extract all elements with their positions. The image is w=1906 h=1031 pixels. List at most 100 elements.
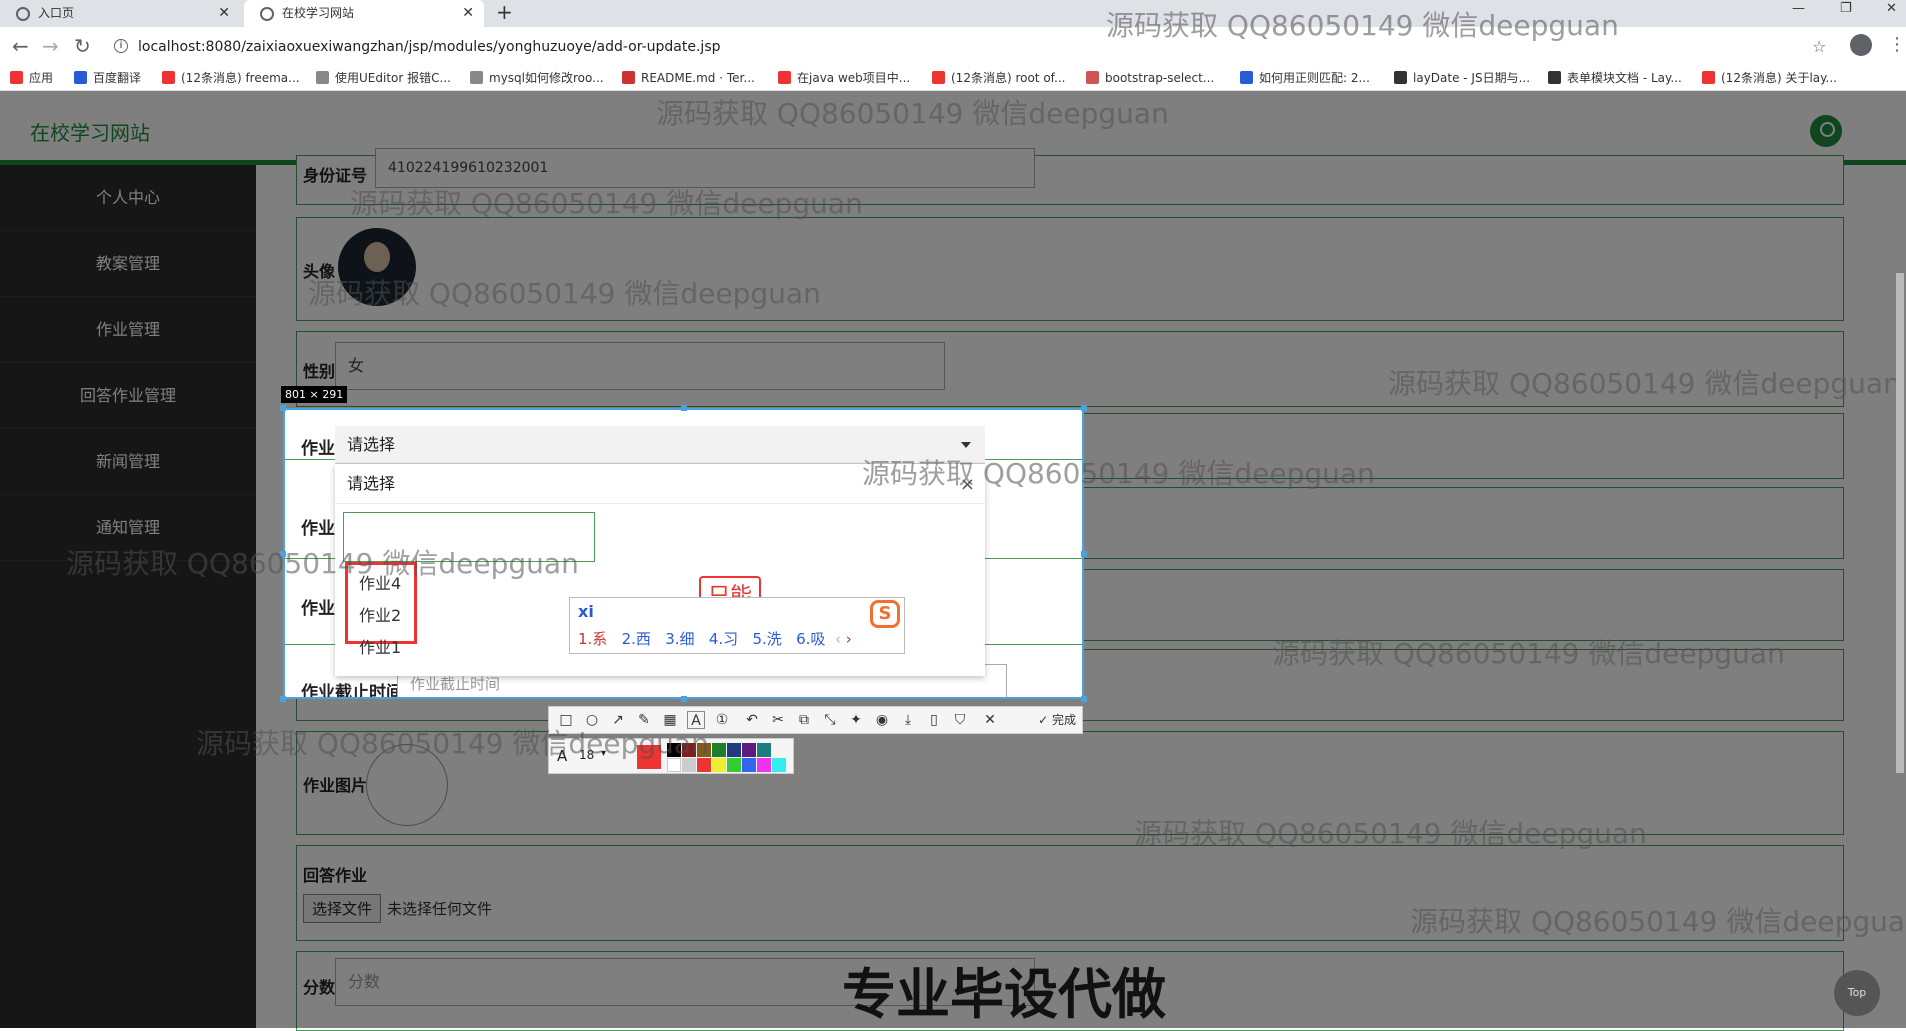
resize-handle[interactable]: [280, 696, 286, 702]
star-icon[interactable]: ☆: [1812, 37, 1826, 56]
csdn-icon: [162, 71, 175, 84]
resize-handle[interactable]: [681, 405, 687, 411]
done-button[interactable]: ✓ 完成: [1038, 711, 1076, 728]
ime-candidate[interactable]: 2.西: [622, 630, 651, 648]
close-icon[interactable]: ✕: [218, 0, 230, 27]
layui-icon: [1394, 71, 1407, 84]
color-swatch[interactable]: [727, 758, 741, 772]
bookmark-item[interactable]: 表单模块文档 - Lay...: [1548, 70, 1682, 86]
restore-icon[interactable]: ❐: [1840, 0, 1852, 18]
select-value: 请选择: [347, 435, 396, 454]
tab-site[interactable]: 在校学习网站 ✕: [244, 0, 484, 27]
site-icon: [470, 71, 483, 84]
color-swatch[interactable]: [772, 758, 786, 772]
tab-home-title: 入口页: [38, 6, 75, 20]
homework-label-3: 作业: [301, 599, 335, 619]
watermark: 源码获取 QQ86050149 微信deepguan: [66, 547, 579, 580]
resize-handle[interactable]: [1081, 551, 1087, 557]
bookmark-item[interactable]: 如何用正则匹配: 2...: [1240, 70, 1370, 86]
bookmark-label: 表单模块文档 - Lay...: [1567, 71, 1682, 85]
resize-handle[interactable]: [280, 405, 286, 411]
number-tool-icon[interactable]: ①: [713, 711, 731, 729]
close-icon[interactable]: ✕: [462, 0, 474, 27]
apps-grid-icon: [10, 71, 23, 84]
promo-banner: 专业毕设代做: [842, 963, 1166, 1026]
resize-handle[interactable]: [1081, 405, 1087, 411]
ime-prev-icon[interactable]: ‹: [835, 630, 841, 648]
ime-candidate[interactable]: 1.系: [578, 630, 607, 648]
ime-candidate[interactable]: 5.洗: [753, 630, 782, 648]
cancel-icon[interactable]: ✕: [981, 711, 999, 729]
bookmark-label: (12条消息) root of...: [951, 71, 1066, 85]
watermark: 源码获取 QQ86050149 微信deepguan: [1388, 367, 1901, 400]
bookmark-item[interactable]: (12条消息) 关于lay...: [1702, 70, 1837, 86]
color-swatch[interactable]: [757, 743, 771, 757]
watermark: 源码获取 QQ86050149 微信deepguan: [1106, 9, 1619, 42]
ime-candidate[interactable]: 4.习: [709, 630, 738, 648]
address-bar-row: ← → ↻ i localhost:8080/zaixiaoxuexiwangz…: [0, 27, 1906, 65]
bookmark-item[interactable]: README.md · Ter...: [622, 70, 755, 86]
save-icon[interactable]: ▯: [925, 711, 943, 729]
new-tab-button[interactable]: +: [496, 0, 513, 24]
ocr-icon[interactable]: ⧉: [795, 711, 813, 729]
back-to-top-button[interactable]: Top: [1834, 970, 1880, 1016]
color-swatch[interactable]: [727, 743, 741, 757]
pin-icon[interactable]: ✦: [847, 711, 865, 729]
bookmark-item[interactable]: 百度翻译: [74, 70, 141, 86]
bookmark-label: 如何用正则匹配: 2...: [1259, 71, 1370, 85]
ime-candidates: 1.系 2.西 3.细 4.习 5.洗 6.吸 ‹ ›: [578, 628, 852, 649]
deadline-label: 作业截止时间: [301, 683, 403, 699]
ime-candidate[interactable]: 3.细: [665, 630, 694, 648]
watermark: 源码获取 QQ86050149 微信deepguan: [196, 727, 709, 760]
bookmark-label: 在java web项目中...: [797, 71, 911, 85]
download-icon[interactable]: ⤓: [899, 711, 917, 729]
dropdown-option[interactable]: 作业1: [359, 634, 401, 658]
color-swatch[interactable]: [742, 758, 756, 772]
info-icon[interactable]: i: [114, 39, 128, 53]
bookmark-item[interactable]: layDate - JS日期与...: [1394, 70, 1530, 86]
globe-icon: [260, 7, 274, 21]
scroll-capture-icon[interactable]: ⤡: [821, 711, 839, 729]
dropdown-option[interactable]: 作业2: [359, 602, 401, 626]
color-swatch[interactable]: [757, 758, 771, 772]
bookmark-item[interactable]: 在java web项目中...: [778, 70, 910, 86]
bookmark-label: bootstrap-select...: [1105, 71, 1215, 85]
tab-home[interactable]: 入口页 ✕: [0, 0, 240, 27]
watermark: 源码获取 QQ86050149 微信deepguan: [656, 97, 1169, 130]
color-swatch[interactable]: [712, 743, 726, 757]
minimize-icon[interactable]: —: [1792, 0, 1805, 18]
bookmark-label: 使用UEditor 报错C...: [335, 71, 451, 85]
homework-label-2: 作业: [301, 519, 335, 539]
bookmark-label: (12条消息) 关于lay...: [1721, 71, 1837, 85]
forward-icon[interactable]: →: [42, 34, 59, 58]
bookmark-icon[interactable]: ⛉: [951, 711, 969, 729]
caret-down-icon: [961, 442, 971, 448]
gitee-icon: [622, 71, 635, 84]
bookmark-item[interactable]: (12条消息) freema...: [162, 70, 300, 86]
resize-handle[interactable]: [1081, 696, 1087, 702]
tab-site-title: 在校学习网站: [282, 6, 355, 20]
ime-candidate-window: xi S 1.系 2.西 3.细 4.习 5.洗 6.吸 ‹ ›: [569, 597, 905, 654]
close-window-icon[interactable]: ✕: [1886, 0, 1897, 18]
kebab-menu-icon[interactable]: ⋮: [1888, 34, 1906, 55]
profile-icon[interactable]: [1850, 34, 1872, 56]
scrollbar[interactable]: [1896, 273, 1904, 773]
back-icon[interactable]: ←: [12, 34, 29, 58]
check-icon: ✓: [1038, 713, 1049, 727]
record-icon[interactable]: ◉: [873, 711, 891, 729]
bookmark-item[interactable]: bootstrap-select...: [1086, 70, 1214, 86]
layui-icon: [1548, 71, 1561, 84]
undo-icon[interactable]: ↶: [743, 711, 761, 729]
color-swatch[interactable]: [742, 743, 756, 757]
ime-next-icon[interactable]: ›: [846, 630, 852, 648]
bookmark-apps[interactable]: 应用: [10, 70, 53, 86]
bookmark-item[interactable]: (12条消息) root of...: [932, 70, 1065, 86]
cut-icon[interactable]: ✂: [769, 711, 787, 729]
color-swatch[interactable]: [712, 758, 726, 772]
ime-candidate[interactable]: 6.吸: [796, 630, 825, 648]
csdn-icon: [1702, 71, 1715, 84]
bookmark-item[interactable]: 使用UEditor 报错C...: [316, 70, 451, 86]
resize-handle[interactable]: [681, 696, 687, 702]
bookmark-item[interactable]: mysql如何修改roo...: [470, 70, 604, 86]
reload-icon[interactable]: ↻: [74, 34, 91, 58]
